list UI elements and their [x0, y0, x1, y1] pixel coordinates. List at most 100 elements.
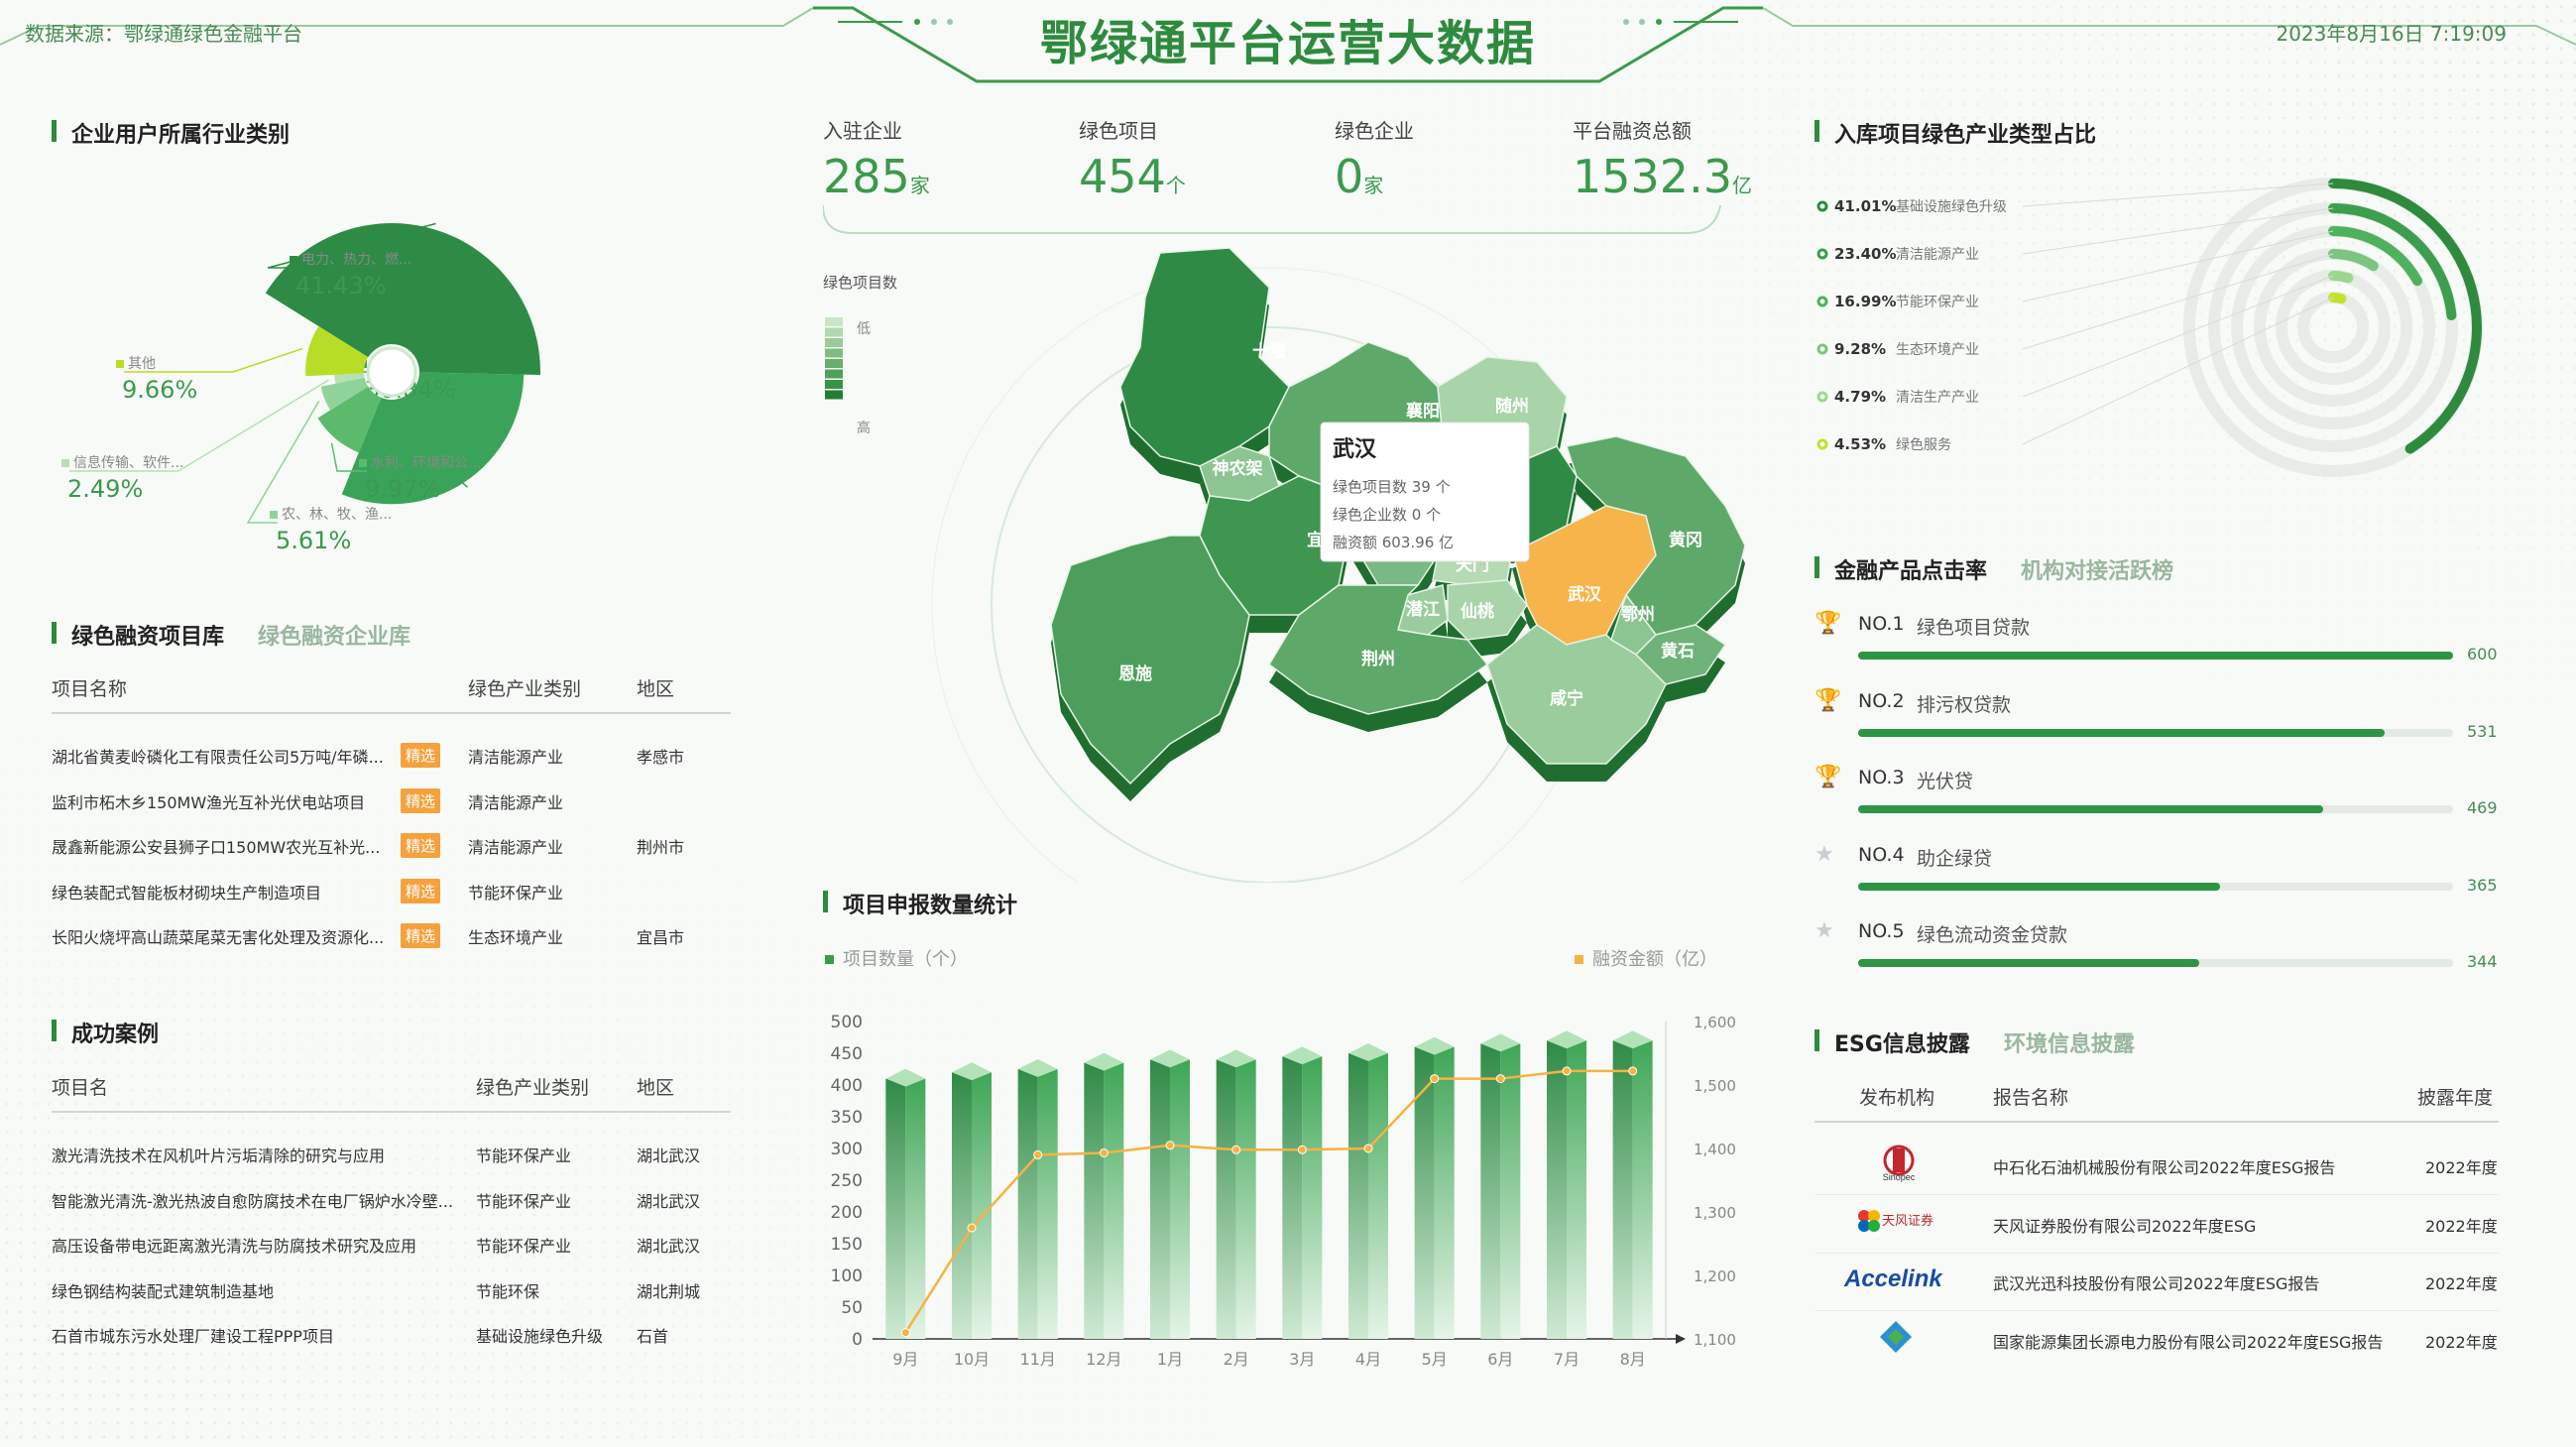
legend-bar[interactable]: 项目数量（个） — [825, 949, 968, 970]
line-point[interactable] — [1099, 1147, 1109, 1157]
ranking-item[interactable]: 🏆 NO.2 排污权贷款 531 — [1815, 682, 2498, 742]
rank-bar-track — [1858, 882, 2453, 891]
table-row[interactable]: 湖北省黄麦岭磷化工有限责任公司5万吨/年磷... 精选 清洁能源产业 孝感市 — [52, 743, 736, 774]
product-name: 绿色流动资金贷款 — [1917, 924, 2068, 946]
table-row[interactable]: Accelink 武汉光迅科技股份有限公司2022年度ESG报告 2022年度 — [1815, 1259, 2499, 1311]
cases-header-category: 绿色产业类别 — [476, 1077, 590, 1099]
segment-percent: 5.61% — [276, 527, 351, 554]
tab-projects[interactable]: 绿色融资项目库 — [71, 625, 224, 650]
bar[interactable] — [1084, 1052, 1124, 1339]
ring-legend-dot — [1816, 438, 1828, 450]
datetime: 2023年8月16日 7:19:09 — [2276, 22, 2507, 46]
project-stats-chart[interactable]: 项目数量（个） 融资金额（亿） 0 50 100 150 200 250 300 350 400 45… — [813, 937, 1745, 1374]
map-tooltip: 武汉绿色项目数 39 个绿色企业数 0 个融资额 603.96 亿 — [1320, 422, 1530, 562]
x-tick: 6月 — [1487, 1350, 1513, 1369]
ranking-item[interactable]: 🏆 NO.3 光伏贷 469 — [1815, 759, 2498, 818]
hubei-map[interactable]: 绿色项目数低高十堰襄阳随州神农架宜昌恩施荆门孝感天门潜江仙桃荆州武汉黄冈鄂州黄石… — [813, 248, 1755, 883]
tab-esg[interactable]: ESG信息披露 — [1834, 1032, 1970, 1057]
tab-env-disclosure[interactable]: 环境信息披露 — [2004, 1032, 2135, 1057]
y-left-tick: 100 — [831, 1266, 863, 1286]
region-label: 神农架 — [1213, 458, 1263, 479]
logo-image: Sinopec — [1883, 1145, 1916, 1182]
line-point[interactable] — [967, 1223, 977, 1233]
line-point[interactable] — [1033, 1149, 1043, 1159]
bar[interactable] — [1150, 1049, 1190, 1339]
logo-image: Accelink — [1843, 1266, 1943, 1292]
table-row[interactable]: 晟鑫新能源公安县狮子口150MW农光互补光... 精选 清洁能源产业 荆州市 — [52, 833, 736, 864]
bar[interactable] — [1612, 1030, 1653, 1339]
bar[interactable] — [1282, 1046, 1323, 1339]
ring-name: 清洁能源产业 — [1896, 247, 1979, 263]
table-row[interactable]: Sinopec 中石化石油机械股份有限公司2022年度ESG报告 2022年度 — [1815, 1143, 2499, 1195]
ranking-item[interactable]: 🏆 NO.1 绿色项目贷款 600 — [1815, 605, 2498, 664]
line-point[interactable] — [1165, 1141, 1175, 1150]
report-name: 国家能源集团长源电力股份有限公司2022年度ESG报告 — [1993, 1332, 2384, 1352]
bar[interactable] — [1348, 1043, 1388, 1339]
tab-enterprises[interactable]: 绿色融资企业库 — [258, 625, 410, 650]
bar[interactable] — [1547, 1030, 1586, 1339]
table-row[interactable]: 长阳火烧坪高山蔬菜尾菜无害化处理及资源化... 精选 生态环境产业 宜昌市 — [52, 923, 736, 954]
table-row[interactable]: 天风证券 天风证券股份有限公司2022年度ESG 2022年度 — [1815, 1201, 2499, 1254]
tooltip-line: 绿色项目数 39 个 — [1333, 478, 1451, 496]
ring-arc[interactable] — [2328, 271, 2354, 284]
star-icon: ★ — [1815, 918, 1834, 943]
logo-text: Accelink — [1843, 1266, 1943, 1292]
x-tick: 1月 — [1157, 1350, 1183, 1369]
kpi-value: 454 — [1079, 150, 1166, 203]
tab-institution-ranking[interactable]: 机构对接活跃榜 — [2021, 559, 2173, 584]
product-name: 绿色项目贷款 — [1917, 617, 2031, 639]
line-point[interactable] — [1363, 1144, 1373, 1153]
segment-name: 水利、环境和公... — [371, 455, 481, 471]
bar[interactable] — [1216, 1049, 1256, 1339]
publisher-logo: Sinopec — [1834, 1143, 1963, 1182]
line-point[interactable] — [900, 1328, 910, 1338]
ranking-item[interactable]: ★ NO.5 绿色流动资金贷款 344 — [1815, 912, 2498, 972]
rank-bar-fill — [1858, 728, 2385, 737]
line-point[interactable] — [1430, 1074, 1440, 1084]
table-row[interactable]: 绿色钢结构装配式建筑制造基地 节能环保 湖北荆城 — [52, 1278, 736, 1308]
case-region: 湖北荆城 — [637, 1281, 701, 1301]
table-row[interactable]: 石首市城东污水处理厂建设工程PPP项目 基础设施绿色升级 石首 — [52, 1323, 736, 1353]
product-name: 助企绿贷 — [1917, 847, 1993, 870]
table-row[interactable]: 绿色装配式智能板材砌块生产制造项目 精选 节能环保产业 — [52, 878, 736, 909]
kpi-label: 绿色企业 — [1335, 119, 1414, 143]
ranking-item[interactable]: ★ NO.4 助企绿贷 365 — [1815, 836, 2498, 896]
chart-section-title: 项目申报数量统计 — [823, 888, 1017, 919]
report-year: 2022年度 — [2425, 1274, 2498, 1293]
ring-arc[interactable] — [2328, 293, 2347, 304]
x-tick: 5月 — [1422, 1350, 1448, 1369]
legend-line[interactable]: 融资金额（亿） — [1575, 949, 1717, 970]
table-row[interactable]: 监利市柘木乡150MW渔光互补光伏电站项目 精选 清洁能源产业 — [52, 787, 736, 819]
kpi-total-financing: 平台融资总额 1532.3亿 — [1573, 115, 1752, 203]
green-types-ring-chart[interactable]: 41.01% 基础设施绿色升级 23.40% 清洁能源产业 16.99% 节能环保产业 9.… — [1805, 169, 2499, 526]
bar[interactable] — [952, 1062, 992, 1339]
projects-header-name: 项目名称 — [52, 678, 128, 700]
bar[interactable] — [885, 1068, 926, 1339]
segment-name: 农、林、牧、渔... — [282, 507, 392, 523]
line-point[interactable] — [1297, 1145, 1307, 1154]
table-row[interactable]: 高压设备带电远距离激光清洗与防腐技术研究及应用 节能环保产业 湖北武汉 — [52, 1233, 736, 1263]
line-point[interactable] — [1562, 1066, 1572, 1076]
rank-bar-track — [1858, 728, 2453, 737]
line-point[interactable] — [1628, 1066, 1638, 1076]
line-point[interactable] — [1495, 1074, 1505, 1084]
y-left-tick: 450 — [831, 1044, 863, 1064]
bar[interactable] — [1017, 1059, 1058, 1339]
projects-section-title: 绿色融资项目库 绿色融资企业库 — [52, 619, 410, 651]
y-left-tick: 400 — [831, 1076, 863, 1096]
case-region: 湖北武汉 — [637, 1237, 701, 1256]
industry-rose-chart[interactable]: 电力、热力、燃...41.43%制造业30.84%水利、环境和公...9.97%… — [40, 159, 754, 575]
tab-click-rate[interactable]: 金融产品点击率 — [1834, 559, 1987, 584]
featured-tag: 精选 — [401, 833, 441, 858]
line-point[interactable] — [1231, 1145, 1241, 1154]
table-row[interactable]: 智能激光清洗-激光热波自愈防腐技术在电厂锅炉水冷壁... 节能环保产业 湖北武汉 — [52, 1188, 736, 1218]
y-left-tick: 500 — [831, 1013, 863, 1032]
leader-line — [246, 400, 320, 524]
project-region: 宜昌市 — [637, 928, 685, 947]
table-row[interactable]: 激光清洗技术在风机叶片污垢清除的研究与应用 节能环保产业 湖北武汉 — [52, 1143, 736, 1172]
trophy-icon: 🏆 — [1815, 687, 1842, 713]
table-row[interactable]: 国家能源集团长源电力股份有限公司2022年度ESG报告 2022年度 — [1815, 1317, 2499, 1363]
region-label: 十堰 — [1252, 341, 1286, 362]
segment-name: 其他 — [128, 356, 156, 372]
line-series[interactable] — [904, 1069, 1633, 1334]
